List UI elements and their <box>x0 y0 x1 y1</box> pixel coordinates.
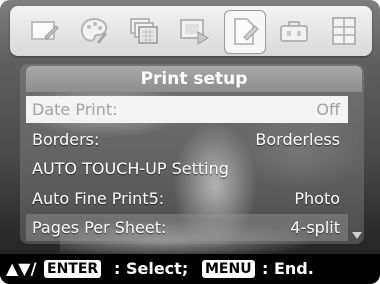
toolbox-icon[interactable] <box>274 12 314 50</box>
menu-key-label: MENU <box>202 260 255 278</box>
menu-action-text: : End. <box>262 259 314 278</box>
button-guide-bar: ▲▼/ ENTER : Select; MENU : End. <box>0 254 380 284</box>
menu-item-value: Off <box>316 100 340 119</box>
picture-frame-icon[interactable] <box>24 12 64 50</box>
menu-item-label: Pages Per Sheet: <box>32 218 167 237</box>
menu-item-auto-fine-print[interactable]: Auto Fine Print5: Photo <box>26 185 348 212</box>
cabinet-icon[interactable] <box>324 12 364 50</box>
image-stack-icon[interactable] <box>124 12 164 50</box>
palette-icon[interactable] <box>74 12 114 50</box>
menu-item-label: Date Print: <box>32 100 118 119</box>
menu-item-label: Borders: <box>32 130 100 149</box>
menu-item-auto-touch-up[interactable]: AUTO TOUCH-UP Setting <box>26 155 348 182</box>
slideshow-icon[interactable] <box>174 12 214 50</box>
menu-item-label: Auto Fine Print5: <box>32 189 165 208</box>
menu-item-pages-per-sheet[interactable]: Pages Per Sheet: 4-split <box>26 214 348 241</box>
menu-item-date-print[interactable]: Date Print: Off <box>26 96 348 123</box>
lcd-screen: Print setup Date Print: Off Borders: Bor… <box>0 0 380 284</box>
menu-item-borders[interactable]: Borders: Borderless <box>26 126 348 153</box>
enter-key-label: ENTER <box>44 260 102 278</box>
menu-item-value: Photo <box>294 189 340 208</box>
menu-item-label: AUTO TOUCH-UP Setting <box>32 159 229 178</box>
mode-icon-bar <box>10 6 372 56</box>
print-setup-icon[interactable] <box>224 10 266 54</box>
menu-item-value: Borderless <box>255 130 340 149</box>
enter-action-text: : Select; <box>114 259 189 278</box>
menu-title: Print setup <box>26 66 362 92</box>
up-down-arrows-icon: ▲▼/ <box>6 259 37 278</box>
scroll-down-arrow-icon <box>352 232 362 239</box>
menu-item-value: 4-split <box>290 218 340 237</box>
